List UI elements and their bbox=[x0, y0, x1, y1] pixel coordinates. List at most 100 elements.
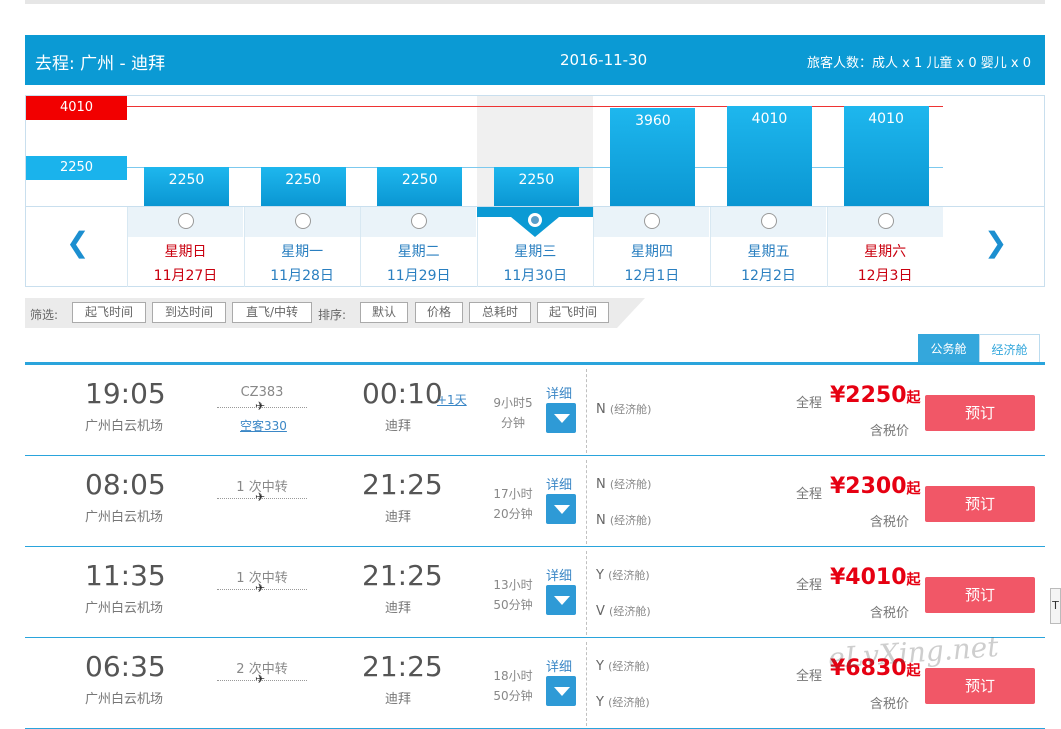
calendar-day[interactable]: 星期五 12月2日 bbox=[710, 207, 826, 287]
tax-included-label: 含税价 bbox=[870, 424, 910, 439]
detail-link[interactable]: 详细 bbox=[546, 656, 572, 675]
departure-time: 11:35 bbox=[85, 559, 166, 592]
cabin-type: (经济舱) bbox=[608, 696, 650, 709]
expand-detail-button[interactable] bbox=[546, 403, 576, 433]
day-radio[interactable] bbox=[294, 213, 311, 229]
book-button[interactable]: 预订 bbox=[925, 577, 1035, 613]
calendar-day[interactable]: 星期六 12月3日 bbox=[826, 207, 943, 287]
day-radio[interactable] bbox=[178, 213, 194, 229]
flight-row: 08:05 广州白云机场 1 次中转 ✈ 21:25 迪拜 17小时 20分钟 详细 N (经济舱… bbox=[25, 456, 1045, 547]
day-date: 12月3日 bbox=[857, 268, 913, 284]
cabin-class: N (经济舱) bbox=[596, 512, 651, 528]
price-bar[interactable]: 4010 bbox=[843, 106, 929, 206]
trip-date: 2016-11-30 bbox=[560, 51, 648, 69]
aircraft-link[interactable]: 空客330 bbox=[240, 417, 287, 434]
tax-included-label: 含税价 bbox=[870, 515, 910, 530]
price-bar[interactable]: 4010 bbox=[727, 106, 812, 206]
departure-airport: 广州白云机场 bbox=[85, 419, 164, 434]
next-day-badge[interactable]: +1天 bbox=[437, 391, 467, 408]
sort-default[interactable]: 默认 bbox=[360, 302, 408, 323]
book-button[interactable]: 预订 bbox=[925, 668, 1035, 704]
book-button[interactable]: 预订 bbox=[925, 486, 1035, 522]
filter-sort-bar: 筛选: 起飞时间 到达时间 直飞/中转 排序: 默认 价格 总耗时 起飞时间 bbox=[25, 298, 645, 328]
detail-link[interactable]: 详细 bbox=[546, 474, 572, 493]
day-date: 11月28日 bbox=[270, 268, 334, 284]
day-weekday: 星期一 bbox=[281, 244, 324, 260]
day-weekday: 星期六 bbox=[864, 244, 907, 260]
price-bar-column[interactable]: 2250 bbox=[477, 96, 593, 206]
arrival-airport: 迪拜 bbox=[385, 419, 412, 434]
sort-price[interactable]: 价格 bbox=[415, 302, 463, 323]
cabin-type: (经济舱) bbox=[609, 478, 652, 491]
day-radio[interactable] bbox=[411, 213, 428, 229]
expand-detail-button[interactable] bbox=[546, 494, 576, 524]
calendar-day[interactable]: 星期四 12月1日 bbox=[593, 207, 710, 287]
side-scroll-tab[interactable]: T bbox=[1050, 588, 1061, 624]
price-bar[interactable]: 3960 bbox=[610, 108, 696, 206]
price-value: ¥2300 bbox=[830, 474, 907, 499]
price-bar[interactable]: 2250 bbox=[493, 167, 579, 206]
price-value: ¥4010 bbox=[830, 565, 907, 590]
departure-airport: 广州白云机场 bbox=[85, 510, 164, 525]
trip-header: 去程: 广州 - 迪拜 2016-11-30 旅客人数：成人 x 1 儿童 x … bbox=[25, 35, 1045, 85]
departure-time: 08:05 bbox=[85, 468, 166, 501]
expand-detail-button[interactable] bbox=[546, 585, 576, 615]
day-weekday: 星期五 bbox=[747, 244, 790, 260]
filter-arrival-time[interactable]: 到达时间 bbox=[152, 302, 226, 323]
detail-link[interactable]: 详细 bbox=[546, 383, 572, 402]
cabin-type: (经济舱) bbox=[608, 660, 650, 673]
day-date: 11月29日 bbox=[386, 268, 451, 284]
day-date: 12月2日 bbox=[741, 268, 796, 284]
sort-label: 排序: bbox=[318, 308, 347, 322]
duration-line1: 9小时5 bbox=[493, 396, 533, 410]
price-bar[interactable]: 2250 bbox=[260, 167, 346, 206]
duration: 18小时 50分钟 bbox=[488, 666, 538, 706]
day-radio-band bbox=[711, 207, 826, 237]
flight-price: ¥2250起 bbox=[830, 383, 921, 408]
day-weekday: 星期四 bbox=[630, 244, 673, 260]
price-calendar: 4010 2250 2250 2250 2250 2250 3960 4010 4010 星… bbox=[25, 95, 1045, 287]
cabin-code: N bbox=[596, 402, 606, 417]
airplane-icon: ✈ bbox=[255, 490, 266, 504]
cabin-type: (经济舱) bbox=[609, 403, 652, 416]
day-radio[interactable] bbox=[877, 213, 894, 229]
tax-included-label: 含税价 bbox=[870, 606, 910, 621]
row-divider bbox=[586, 460, 587, 544]
price-from-suffix: 起 bbox=[906, 390, 921, 406]
calendar-day[interactable]: 星期二 11月29日 bbox=[360, 207, 477, 287]
total-label: 全程 bbox=[796, 487, 823, 502]
day-radio-band bbox=[594, 207, 710, 237]
day-date: 12月1日 bbox=[624, 268, 680, 284]
cabin-class: N (经济舱) bbox=[596, 401, 651, 417]
book-button[interactable]: 预订 bbox=[925, 395, 1035, 431]
filter-departure-time[interactable]: 起飞时间 bbox=[72, 302, 146, 323]
prev-week-chevron-icon[interactable]: ❮ bbox=[66, 226, 89, 259]
selected-day-pointer bbox=[477, 207, 593, 237]
tab-economy-class[interactable]: 经济舱 bbox=[979, 334, 1040, 364]
detail-link[interactable]: 详细 bbox=[546, 565, 572, 584]
price-bar-column[interactable]: 4010 bbox=[827, 96, 943, 206]
arrival-time: 21:25 bbox=[362, 559, 443, 592]
next-week-chevron-icon[interactable]: ❯ bbox=[984, 226, 1007, 259]
expand-detail-button[interactable] bbox=[546, 676, 576, 706]
price-bar[interactable]: 2250 bbox=[144, 167, 229, 206]
price-bar-column[interactable]: 2250 bbox=[360, 96, 476, 206]
tab-business-class[interactable]: 公务舱 bbox=[918, 334, 979, 364]
cabin-class: Y (经济舱) bbox=[596, 567, 650, 583]
route-title: 去程: 广州 - 迪拜 bbox=[35, 54, 166, 74]
day-radio[interactable] bbox=[644, 213, 661, 229]
day-weekday: 星期二 bbox=[397, 244, 440, 260]
arrival-time: 00:10 bbox=[362, 377, 443, 410]
sort-departure-time[interactable]: 起飞时间 bbox=[537, 302, 609, 323]
day-radio[interactable] bbox=[761, 213, 777, 229]
calendar-day[interactable]: 星期日 11月27日 bbox=[127, 207, 243, 287]
price-bar-column[interactable]: 4010 bbox=[710, 96, 826, 206]
price-bar-column[interactable]: 3960 bbox=[593, 96, 709, 206]
sort-duration[interactable]: 总耗时 bbox=[469, 302, 531, 323]
filter-direct-transfer[interactable]: 直飞/中转 bbox=[232, 302, 312, 323]
price-bar[interactable]: 2250 bbox=[377, 167, 463, 206]
price-bar-column[interactable]: 2250 bbox=[127, 96, 243, 206]
calendar-day[interactable]: 星期一 11月28日 bbox=[243, 207, 360, 287]
price-value: ¥2250 bbox=[830, 383, 907, 408]
price-bar-column[interactable]: 2250 bbox=[244, 96, 360, 206]
